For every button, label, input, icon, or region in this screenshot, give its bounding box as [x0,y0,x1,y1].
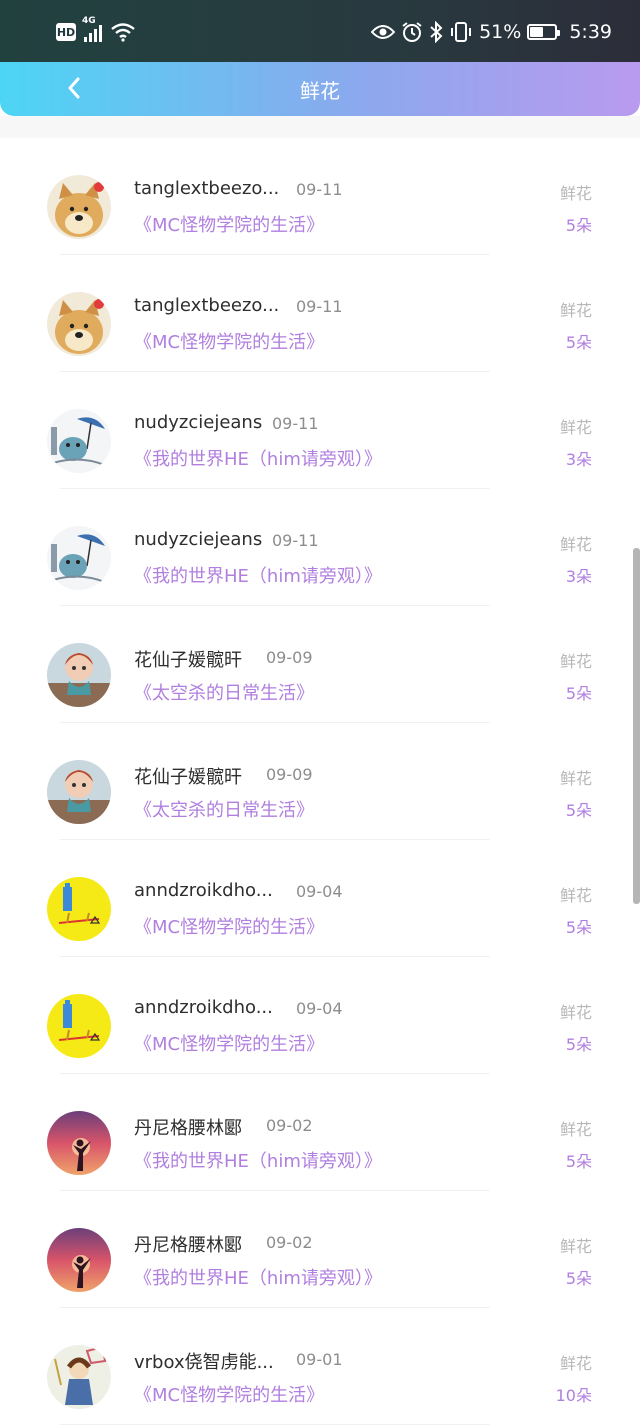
gift-type: 鲜花 [559,418,592,437]
status-left: HD 4G [56,16,136,44]
avatar[interactable] [47,409,111,473]
gift-type: 鲜花 [559,769,592,788]
avatar[interactable] [47,1111,111,1175]
gift-type: 鲜花 [559,886,592,905]
date: 09-04 [296,999,343,1018]
gift-count: 10朵 [555,1386,592,1405]
avatar[interactable] [47,994,111,1058]
username[interactable]: nudyzciejeans [134,412,262,433]
battery-icon [527,24,561,40]
username[interactable]: vrbox侥智虏能... [134,1348,274,1374]
gift-count: 5朵 [565,1035,592,1054]
gift-count: 5朵 [565,684,592,703]
list-item[interactable]: anndzroikdho... 09-04 《MC怪物学院的生活》 鲜花 5朵 [0,840,640,957]
gift-record-list[interactable]: tanglextbeezo... 09-11 《MC怪物学院的生活》 鲜花 5朵 tang… [0,138,640,1425]
clock: 5:39 [569,21,612,43]
date: 09-11 [272,414,319,433]
list-item[interactable]: 丹尼格腰林郾 09-02 《我的世界HE（him请旁观）》 鲜花 5朵 [0,1191,640,1308]
avatar[interactable] [47,292,111,356]
network-type: 4G [82,16,96,26]
app-header: 鲜花 [0,62,640,116]
battery-level [530,27,543,37]
book-title-link[interactable]: 《MC怪物学院的生活》 [134,1381,324,1407]
gift-type: 鲜花 [559,1354,592,1373]
list-item[interactable]: vrbox侥智虏能... 09-01 《MC怪物学院的生活》 鲜花 10朵 [0,1308,640,1425]
book-title-link[interactable]: 《我的世界HE（him请旁观）》 [134,1147,382,1173]
username[interactable]: 丹尼格腰林郾 [134,1231,242,1257]
avatar[interactable] [47,877,111,941]
username[interactable]: nudyzciejeans [134,529,262,550]
username[interactable]: 花仙子媛髋旰 [134,763,242,789]
avatar[interactable] [47,760,111,824]
gift-type: 鲜花 [559,1003,592,1022]
vibrate-icon [451,22,472,42]
date: 09-01 [296,1350,343,1369]
gift-count: 5朵 [565,1152,592,1171]
username[interactable]: anndzroikdho... [134,880,273,901]
gift-count: 5朵 [565,1269,592,1288]
date: 09-11 [272,531,319,550]
date: 09-09 [266,765,313,784]
book-title-link[interactable]: 《我的世界HE（him请旁观）》 [134,445,382,471]
wifi-icon [111,23,135,42]
alarm-icon [402,22,422,42]
cellular-signal-icon: 4G [82,16,102,42]
gift-type: 鲜花 [559,1120,592,1139]
list-top-divider [0,116,640,138]
avatar[interactable] [47,643,111,707]
list-item[interactable]: 花仙子媛髋旰 09-09 《太空杀的日常生活》 鲜花 5朵 [0,723,640,840]
gift-count: 5朵 [565,918,592,937]
username[interactable]: 花仙子媛髋旰 [134,646,242,672]
bluetooth-icon [430,21,443,43]
list-item[interactable]: 丹尼格腰林郾 09-02 《我的世界HE（him请旁观）》 鲜花 5朵 [0,1074,640,1191]
list-item[interactable]: anndzroikdho... 09-04 《MC怪物学院的生活》 鲜花 5朵 [0,957,640,1074]
list-item[interactable]: tanglextbeezo... 09-11 《MC怪物学院的生活》 鲜花 5朵 [0,255,640,372]
date: 09-02 [266,1116,313,1135]
hd-badge: HD [56,23,76,41]
gift-count: 5朵 [565,801,592,820]
username[interactable]: tanglextbeezo... [134,295,279,316]
username[interactable]: 丹尼格腰林郾 [134,1114,242,1140]
status-bar: HD 4G 51% 5:39 [0,0,640,62]
date: 09-09 [266,648,313,667]
book-title-link[interactable]: 《太空杀的日常生活》 [134,679,314,705]
eye-icon [371,25,396,39]
book-title-link[interactable]: 《MC怪物学院的生活》 [134,211,324,237]
page-title: 鲜花 [300,79,340,103]
list-item[interactable]: nudyzciejeans 09-11 《我的世界HE（him请旁观）》 鲜花 3朵 [0,489,640,606]
book-title-link[interactable]: 《我的世界HE（him请旁观）》 [134,562,382,588]
gift-type: 鲜花 [559,652,592,671]
avatar[interactable] [47,1228,111,1292]
list-item[interactable]: tanglextbeezo... 09-11 《MC怪物学院的生活》 鲜花 5朵 [0,138,640,255]
date: 09-11 [296,180,343,199]
date: 09-11 [296,297,343,316]
date: 09-02 [266,1233,313,1252]
gift-count: 5朵 [565,216,592,235]
status-right: 51% 5:39 [371,18,612,46]
book-title-link[interactable]: 《MC怪物学院的生活》 [134,913,324,939]
avatar[interactable] [47,1345,111,1409]
gift-count: 3朵 [565,567,592,586]
gift-count: 5朵 [565,333,592,352]
book-title-link[interactable]: 《MC怪物学院的生活》 [134,328,324,354]
gift-count: 3朵 [565,450,592,469]
gift-type: 鲜花 [559,184,592,203]
avatar[interactable] [47,526,111,590]
battery-percent: 51% [479,21,522,43]
book-title-link[interactable]: 《我的世界HE（him请旁观）》 [134,1264,382,1290]
username[interactable]: tanglextbeezo... [134,178,279,199]
book-title-link[interactable]: 《MC怪物学院的生活》 [134,1030,324,1056]
date: 09-04 [296,882,343,901]
list-item[interactable]: 花仙子媛髋旰 09-09 《太空杀的日常生活》 鲜花 5朵 [0,606,640,723]
avatar[interactable] [47,175,111,239]
list-item[interactable]: nudyzciejeans 09-11 《我的世界HE（him请旁观）》 鲜花 3朵 [0,372,640,489]
username[interactable]: anndzroikdho... [134,997,273,1018]
scrollbar[interactable] [633,548,640,904]
book-title-link[interactable]: 《太空杀的日常生活》 [134,796,314,822]
gift-type: 鲜花 [559,301,592,320]
gift-type: 鲜花 [559,535,592,554]
gift-type: 鲜花 [559,1237,592,1256]
